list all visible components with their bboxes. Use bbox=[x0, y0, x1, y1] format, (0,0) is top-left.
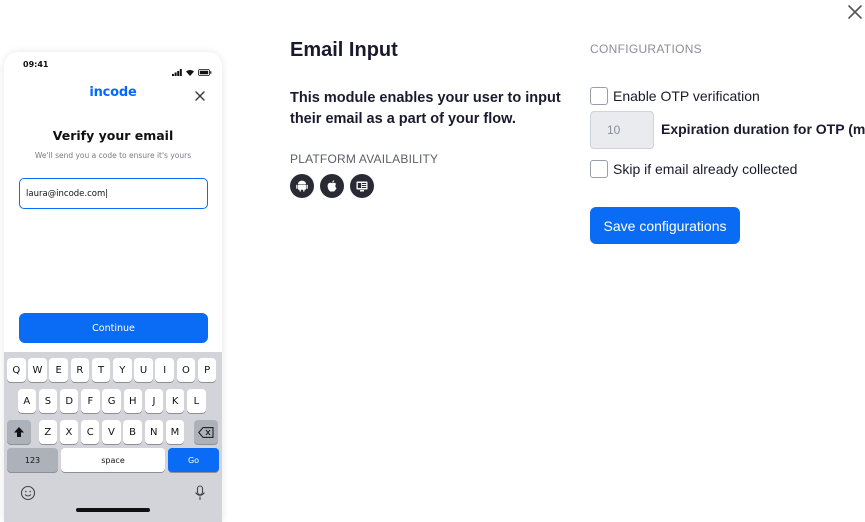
expiration-input[interactable] bbox=[590, 111, 654, 149]
otp-label: Enable OTP verification bbox=[613, 88, 760, 104]
shift-key[interactable] bbox=[7, 420, 31, 444]
key-s[interactable]: S bbox=[38, 389, 58, 413]
key-h[interactable]: H bbox=[123, 389, 143, 413]
key-j[interactable]: J bbox=[144, 389, 164, 413]
battery-icon bbox=[198, 61, 212, 80]
key-w[interactable]: W bbox=[28, 358, 47, 382]
key-p[interactable]: P bbox=[197, 358, 217, 382]
home-indicator bbox=[76, 508, 150, 512]
status-bar: 09:41 bbox=[4, 52, 222, 78]
skip-row: Skip if email already collected bbox=[590, 160, 797, 178]
key-c[interactable]: C bbox=[80, 420, 100, 444]
backspace-icon bbox=[198, 426, 214, 438]
key-m[interactable]: M bbox=[165, 420, 185, 444]
status-time: 09:41 bbox=[23, 60, 49, 69]
module-description: This module enables your user to input t… bbox=[290, 90, 561, 127]
close-icon[interactable] bbox=[846, 3, 864, 21]
keyboard: QWERTYUIOP ASDFGHJKL ZXCVBNM 123 space G… bbox=[4, 352, 222, 522]
key-g[interactable]: G bbox=[102, 389, 121, 413]
key-k[interactable]: K bbox=[165, 389, 185, 413]
key-r[interactable]: R bbox=[70, 358, 90, 382]
space-key[interactable]: space bbox=[61, 448, 165, 472]
key-d[interactable]: D bbox=[59, 389, 79, 413]
key-z[interactable]: Z bbox=[38, 420, 58, 444]
key-v[interactable]: V bbox=[102, 420, 121, 444]
otp-row: Enable OTP verification bbox=[590, 87, 760, 105]
key-o[interactable]: O bbox=[176, 358, 196, 382]
delete-key[interactable] bbox=[194, 420, 218, 444]
key-b[interactable]: B bbox=[123, 420, 142, 444]
wifi-icon bbox=[185, 61, 195, 80]
emoji-icon[interactable] bbox=[20, 485, 36, 501]
key-e[interactable]: E bbox=[49, 358, 68, 382]
key-l[interactable]: L bbox=[187, 389, 206, 413]
shift-icon bbox=[14, 427, 24, 437]
platform-icons bbox=[290, 174, 374, 198]
key-f[interactable]: F bbox=[81, 389, 100, 413]
apple-icon bbox=[320, 174, 344, 198]
key-u[interactable]: U bbox=[134, 358, 153, 382]
continue-button[interactable]: Continue bbox=[19, 313, 208, 343]
numbers-key[interactable]: 123 bbox=[7, 448, 58, 472]
key-x[interactable]: X bbox=[59, 420, 79, 444]
otp-checkbox[interactable] bbox=[590, 87, 608, 105]
android-icon bbox=[290, 174, 314, 198]
page-title: Email Input bbox=[290, 39, 398, 61]
phone-close-icon[interactable] bbox=[194, 87, 206, 101]
email-field[interactable] bbox=[19, 178, 208, 209]
verify-subtitle: We'll send you a code to ensure it's you… bbox=[34, 151, 192, 160]
configurations-label: CONFIGURATIONS bbox=[590, 42, 702, 56]
go-key[interactable]: Go bbox=[168, 448, 219, 472]
web-icon bbox=[350, 174, 374, 198]
key-y[interactable]: Y bbox=[113, 358, 132, 382]
key-a[interactable]: A bbox=[17, 389, 37, 413]
skip-label: Skip if email already collected bbox=[613, 161, 798, 177]
key-n[interactable]: N bbox=[144, 420, 164, 444]
incode-logo: incode bbox=[89, 85, 137, 100]
expiration-label: Expiration duration for OTP (min) bbox=[661, 121, 865, 137]
save-configurations-button[interactable]: Save configurations bbox=[590, 207, 740, 244]
skip-checkbox[interactable] bbox=[590, 160, 608, 178]
key-i[interactable]: I bbox=[155, 358, 174, 382]
signal-icon bbox=[172, 61, 182, 80]
platform-availability-label: PLATFORM AVAILABILITY bbox=[290, 152, 439, 166]
key-t[interactable]: T bbox=[91, 358, 111, 382]
key-q[interactable]: Q bbox=[7, 358, 26, 382]
verify-title: Verify your email bbox=[52, 128, 174, 143]
microphone-icon[interactable] bbox=[194, 485, 206, 501]
phone-preview: 09:41 incode Verify your email We'll sen… bbox=[4, 52, 222, 522]
